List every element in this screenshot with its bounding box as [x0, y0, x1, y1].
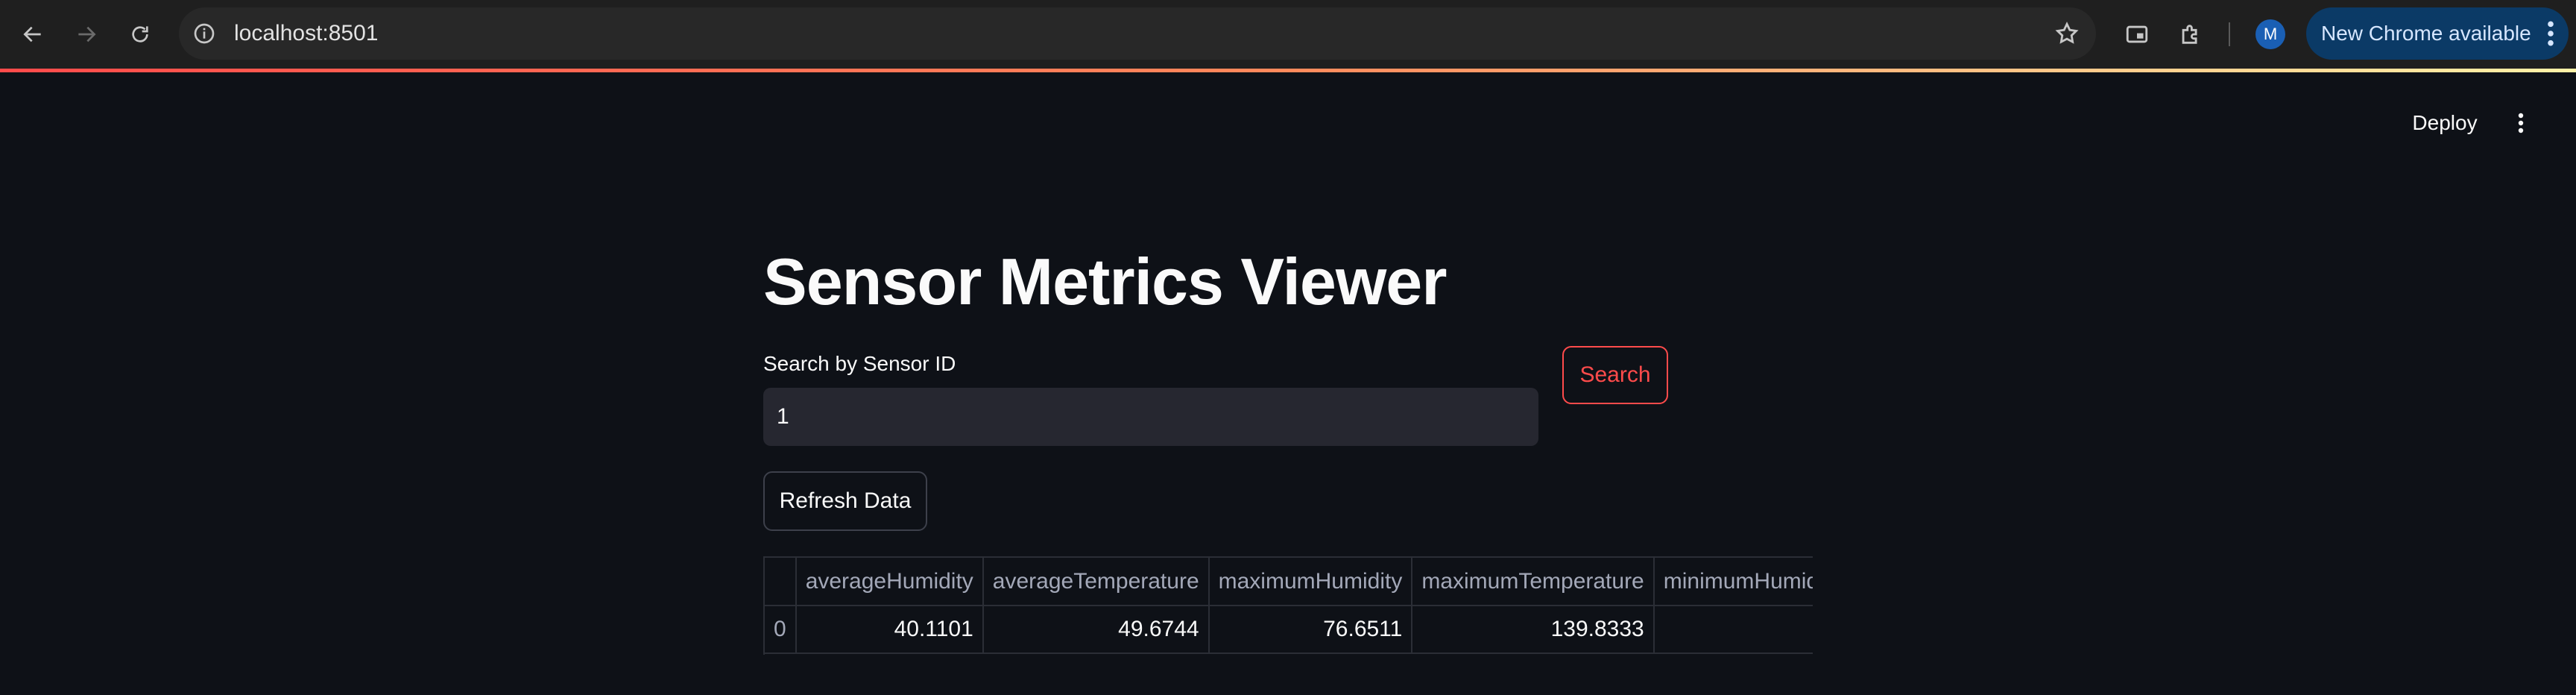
star-icon[interactable]: [2054, 21, 2080, 46]
sensor-id-label: Search by Sensor ID: [763, 352, 956, 375]
deploy-button[interactable]: Deploy: [2400, 104, 2490, 142]
table-cell[interactable]: 139.8333: [1412, 606, 1655, 654]
main-menu-button[interactable]: [2506, 104, 2536, 142]
page-title: Sensor Metrics Viewer: [763, 245, 1447, 318]
reload-icon[interactable]: [122, 16, 158, 52]
table-header-row: averageHumidity averageTemperature maxim…: [765, 558, 1813, 606]
table-cell[interactable]: 40.1101: [795, 606, 984, 654]
streamlit-decoration-bar: [0, 69, 2576, 72]
forward-icon[interactable]: [69, 16, 104, 52]
toolbar-divider: [2229, 22, 2230, 46]
table-cell[interactable]: 49.6744: [982, 606, 1210, 654]
update-chrome-button[interactable]: New Chrome available: [2306, 7, 2569, 60]
address-bar[interactable]: localhost:8501: [179, 7, 2096, 60]
sensor-id-input[interactable]: [763, 388, 1538, 446]
column-header[interactable]: maximumTemperature: [1412, 558, 1655, 606]
metrics-table: averageHumidity averageTemperature maxim…: [765, 558, 1813, 654]
site-info-icon[interactable]: [192, 22, 216, 45]
profile-avatar[interactable]: M: [2255, 19, 2285, 49]
cast-icon[interactable]: [2121, 19, 2153, 50]
column-header[interactable]: averageTemperature: [982, 558, 1210, 606]
table-row: 0 40.1101 49.6744 76.6511 139.8333 2: [765, 606, 1813, 654]
back-icon[interactable]: [15, 16, 51, 52]
browser-toolbar: localhost:8501 M New Chrome available: [0, 0, 2576, 69]
column-header[interactable]: averageHumidity: [795, 558, 984, 606]
column-header[interactable]: maximumHumidity: [1208, 558, 1413, 606]
table-cell[interactable]: 2: [1653, 606, 1813, 654]
table-cell[interactable]: 76.6511: [1208, 606, 1413, 654]
url-text[interactable]: localhost:8501: [234, 7, 378, 60]
column-header[interactable]: minimumHumidity: [1653, 558, 1813, 606]
metrics-dataframe[interactable]: averageHumidity averageTemperature maxim…: [763, 556, 1813, 655]
refresh-data-button[interactable]: Refresh Data: [763, 471, 927, 531]
row-index: 0: [765, 606, 797, 654]
extensions-icon[interactable]: [2175, 19, 2206, 50]
column-header: [765, 558, 797, 606]
kebab-icon: [2518, 113, 2524, 133]
update-chrome-label: New Chrome available: [2321, 22, 2531, 45]
kebab-icon[interactable]: [2546, 19, 2555, 48]
search-button[interactable]: Search: [1562, 346, 1668, 404]
